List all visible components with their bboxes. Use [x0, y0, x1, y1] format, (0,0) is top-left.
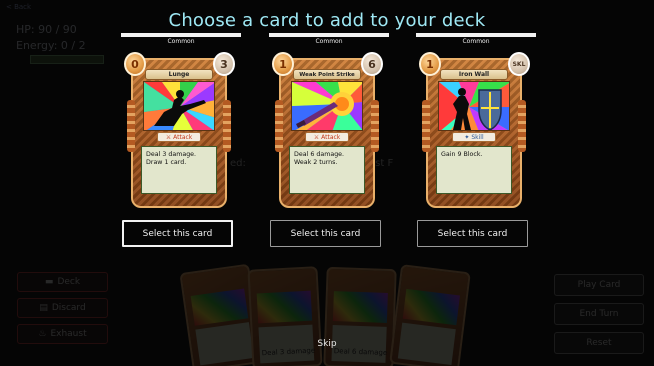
- card-description-line: Weak 2 turns.: [294, 159, 338, 166]
- card-name: Lunge: [145, 69, 213, 80]
- card-rarity: Common: [315, 38, 343, 45]
- exhaust-button-label: Exhaust: [50, 329, 87, 339]
- card-rarity: Common: [462, 38, 490, 45]
- discard-icon: ▤: [39, 303, 48, 313]
- card-damage-badge: 6: [361, 52, 383, 76]
- card-description: Gain 9 Block.: [436, 146, 512, 194]
- iron-wall-art-icon: [439, 82, 509, 130]
- rarity-bar: [121, 33, 241, 37]
- card-rarity: Common: [167, 38, 195, 45]
- card-type-label: Skill: [471, 133, 484, 141]
- energy-text: Energy: 0 / 2: [16, 39, 86, 52]
- hand-card-text-box: [195, 322, 254, 366]
- card-type-badge: ✦ Skill: [452, 132, 496, 142]
- skip-button[interactable]: Skip: [303, 334, 351, 354]
- card-type-badge: ⚔ Attack: [305, 132, 349, 142]
- select-card-button-1[interactable]: Select this card: [122, 220, 233, 247]
- card-type-label: Attack: [173, 133, 193, 141]
- swords-icon: ⚔: [165, 133, 172, 141]
- card-description-line: Draw 1 card.: [146, 159, 187, 166]
- card-description: Deal 6 damage. Weak 2 turns.: [289, 146, 365, 194]
- card-type-badge: ⚔ Attack: [157, 132, 201, 142]
- sparkle-icon: ✦: [464, 133, 470, 141]
- deck-button[interactable]: ▬ Deck: [17, 272, 108, 292]
- hand-card-art: [190, 288, 249, 326]
- card-cost: 1: [419, 52, 441, 76]
- deck-button-label: Deck: [57, 277, 81, 287]
- lunge-art-icon: [144, 82, 214, 130]
- card-damage-badge: 3: [213, 52, 235, 76]
- hand-card-art: [402, 288, 460, 326]
- select-card-button-2[interactable]: Select this card: [270, 220, 381, 247]
- hand-card-art: [256, 290, 313, 324]
- card-skill-badge: SKL: [508, 52, 530, 76]
- rarity-bar: [269, 33, 389, 37]
- end-turn-button[interactable]: End Turn: [554, 303, 644, 325]
- card-type-label: Attack: [321, 133, 341, 141]
- reset-button[interactable]: Reset: [554, 332, 644, 354]
- modal-title: Choose a card to add to your deck: [168, 10, 486, 31]
- hand-card-art: [332, 291, 388, 323]
- card-description: Deal 3 damage. Draw 1 card.: [141, 146, 217, 194]
- discard-button[interactable]: ▤ Discard: [17, 298, 108, 318]
- play-card-button[interactable]: Play Card: [554, 274, 644, 296]
- discard-button-label: Discard: [51, 303, 86, 313]
- hp-bar: [30, 55, 104, 64]
- hand-card-text-box: [397, 322, 456, 365]
- fire-icon: ♨: [38, 329, 47, 339]
- card-description-line: Deal 3 damage.: [146, 151, 197, 158]
- card-description-line: Deal 6 damage.: [294, 151, 345, 158]
- card-art: [143, 81, 215, 131]
- card-weak-point-strike[interactable]: 1 6 Weak Point Strike ⚔ Attack Deal 6 da…: [271, 48, 383, 210]
- card-name: Weak Point Strike: [293, 69, 361, 80]
- rarity-bar: [416, 33, 536, 37]
- swords-icon: ⚔: [313, 133, 320, 141]
- exhaust-button[interactable]: ♨ Exhaust: [17, 324, 108, 344]
- card-lunge[interactable]: 0 3 Lunge ⚔ Attack Deal 3 damage. Draw 1…: [123, 48, 235, 210]
- card-cost: 1: [272, 52, 294, 76]
- weak-point-strike-art-icon: [292, 82, 362, 130]
- card-iron-wall[interactable]: 1 SKL Iron Wall ✦ Skill Gain 9 Block.: [418, 48, 530, 210]
- card-cost: 0: [124, 52, 146, 76]
- select-card-button-3[interactable]: Select this card: [417, 220, 528, 247]
- card-art: [291, 81, 363, 131]
- card-description-line: Gain 9 Block.: [441, 151, 483, 158]
- deck-icon: ▬: [44, 277, 54, 287]
- card-name: Iron Wall: [440, 69, 508, 80]
- card-art: [438, 81, 510, 131]
- hand-card[interactable]: [389, 264, 471, 366]
